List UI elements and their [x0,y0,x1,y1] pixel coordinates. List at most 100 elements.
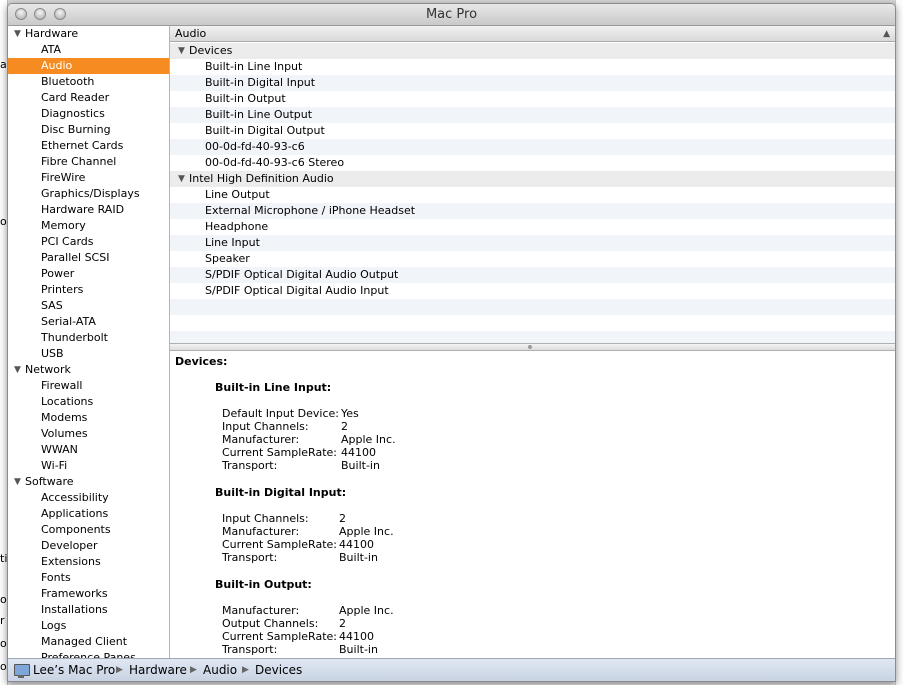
device-list[interactable]: ▼ Devices Built-in Line Input Built-in Digi… [170,43,895,347]
breadcrumb-item[interactable]: Lee’s Mac Pro [33,659,115,681]
background-edge-text: o [0,637,7,650]
detail-key: Manufacturer: [222,433,300,446]
sidebar-item-pci-cards[interactable]: PCI Cards [8,234,169,250]
sidebar-item-extensions[interactable]: Extensions [8,554,169,570]
sidebar-item-hardware-raid[interactable]: Hardware RAID [8,202,169,218]
list-item[interactable]: S/PDIF Optical Digital Audio Input [170,283,895,299]
breadcrumb-separator-icon: ▶ [242,665,249,675]
sidebar-item-graphics-displays[interactable]: Graphics/Displays [8,186,169,202]
sidebar-item-preference-panes[interactable]: Preference Panes [8,650,169,658]
list-item[interactable]: Line Output [170,187,895,203]
disclosure-triangle-icon[interactable]: ▼ [14,362,21,378]
sidebar-category-hardware[interactable]: ▼ Hardware [8,26,169,42]
detail-key: Transport: [222,459,278,472]
list-item[interactable]: External Microphone / iPhone Headset [170,203,895,219]
detail-value: Built-in [339,643,378,656]
background-edge-text: r [0,614,5,627]
sidebar-category-software[interactable]: ▼ Software [8,474,169,490]
sidebar-item-disc-burning[interactable]: Disc Burning [8,122,169,138]
background-edge-text: o [0,593,7,606]
detail-section-title: Built-in Line Input: [215,381,332,394]
detail-key: Transport: [222,643,278,656]
list-column-header[interactable]: Audio ▲ [170,26,895,42]
detail-key: Input Channels: [222,420,309,433]
list-item[interactable]: 00-0d-fd-40-93-c6 Stereo [170,155,895,171]
sidebar-item-developer[interactable]: Developer [8,538,169,554]
sidebar-item-accessibility[interactable]: Accessibility [8,490,169,506]
background-edge-text: o [0,215,7,228]
breadcrumb-item[interactable]: Hardware [129,659,187,681]
detail-key: Manufacturer: [222,604,300,617]
detail-key: Current SampleRate: [222,446,337,459]
list-item[interactable]: Built-in Line Input [170,59,895,75]
list-item[interactable]: 00-0d-fd-40-93-c6 [170,139,895,155]
sidebar-category-network[interactable]: ▼ Network [8,362,169,378]
list-group-intel-high-definition-audio[interactable]: ▼ Intel High Definition Audio [170,171,895,187]
splitter-handle-icon [528,345,532,349]
sidebar-item-frameworks[interactable]: Frameworks [8,586,169,602]
list-item[interactable]: Built-in Digital Output [170,123,895,139]
sidebar-item-card-reader[interactable]: Card Reader [8,90,169,106]
sidebar-item-volumes[interactable]: Volumes [8,426,169,442]
sidebar-item-components[interactable]: Components [8,522,169,538]
sidebar-item-modems[interactable]: Modems [8,410,169,426]
sidebar-item-usb[interactable]: USB [8,346,169,362]
sidebar-item-installations[interactable]: Installations [8,602,169,618]
sidebar-item-firewire[interactable]: FireWire [8,170,169,186]
list-item[interactable]: S/PDIF Optical Digital Audio Output [170,267,895,283]
window-title: Mac Pro [425,7,478,22]
breadcrumb-separator-icon: ▶ [116,665,123,675]
sidebar-item-memory[interactable]: Memory [8,218,169,234]
sidebar-item-sas[interactable]: SAS [8,298,169,314]
sidebar-item-serial-ata[interactable]: Serial-ATA [8,314,169,330]
sidebar-item-wwan[interactable]: WWAN [8,442,169,458]
sidebar-item-applications[interactable]: Applications [8,506,169,522]
detail-key: Output Channels: [222,617,319,630]
breadcrumb-item[interactable]: Audio [203,659,237,681]
sidebar-item-logs[interactable]: Logs [8,618,169,634]
sidebar-item-fibre-channel[interactable]: Fibre Channel [8,154,169,170]
sidebar-item-bluetooth[interactable]: Bluetooth [8,74,169,90]
sidebar-item-diagnostics[interactable]: Diagnostics [8,106,169,122]
disclosure-triangle-icon[interactable]: ▼ [14,26,21,42]
list-item[interactable]: Built-in Output [170,91,895,107]
list-item[interactable]: Line Input [170,235,895,251]
list-item[interactable]: Speaker [170,251,895,267]
list-item[interactable]: Built-in Line Output [170,107,895,123]
detail-value: Apple Inc. [339,525,394,538]
disclosure-triangle-icon[interactable]: ▼ [178,171,185,187]
sidebar-item-power[interactable]: Power [8,266,169,282]
background-edge-text: o [0,660,7,673]
title-bar[interactable]: Mac Pro [8,4,895,26]
sidebar-item-wi-fi[interactable]: Wi-Fi [8,458,169,474]
disclosure-triangle-icon[interactable]: ▼ [14,474,21,490]
detail-section-title: Built-in Digital Input: [215,486,347,499]
breadcrumb-item[interactable]: Devices [255,659,302,681]
pane-splitter[interactable] [170,343,895,351]
detail-section-title: Built-in Output: [215,578,312,591]
detail-key: Current SampleRate: [222,538,337,551]
detail-value: 44100 [339,630,374,643]
detail-value: Built-in [339,551,378,564]
sidebar-item-parallel-scsi[interactable]: Parallel SCSI [8,250,169,266]
detail-value: 2 [341,420,348,433]
list-item[interactable]: Headphone [170,219,895,235]
sidebar-item-thunderbolt[interactable]: Thunderbolt [8,330,169,346]
empty-row [170,315,895,331]
sidebar-item-locations[interactable]: Locations [8,394,169,410]
sidebar-category-label: Network [25,363,71,376]
sidebar-item-managed-client[interactable]: Managed Client [8,634,169,650]
sidebar-item-audio[interactable]: Audio [8,58,169,74]
column-header-label: Audio [175,27,207,40]
sidebar-item-ethernet-cards[interactable]: Ethernet Cards [8,138,169,154]
sidebar-item-printers[interactable]: Printers [8,282,169,298]
category-sidebar[interactable]: ▼ Hardware ATA Audio Bluetooth Card Reader Dia… [8,26,170,658]
sidebar-item-firewall[interactable]: Firewall [8,378,169,394]
content-pane: Audio ▲ ▼ Devices Built-in Line Input Built… [170,26,895,658]
sidebar-item-fonts[interactable]: Fonts [8,570,169,586]
disclosure-triangle-icon[interactable]: ▼ [178,43,185,59]
detail-key: Default Input Device: [222,407,339,420]
list-group-devices[interactable]: ▼ Devices [170,43,895,59]
sidebar-item-ata[interactable]: ATA [8,42,169,58]
list-item[interactable]: Built-in Digital Input [170,75,895,91]
